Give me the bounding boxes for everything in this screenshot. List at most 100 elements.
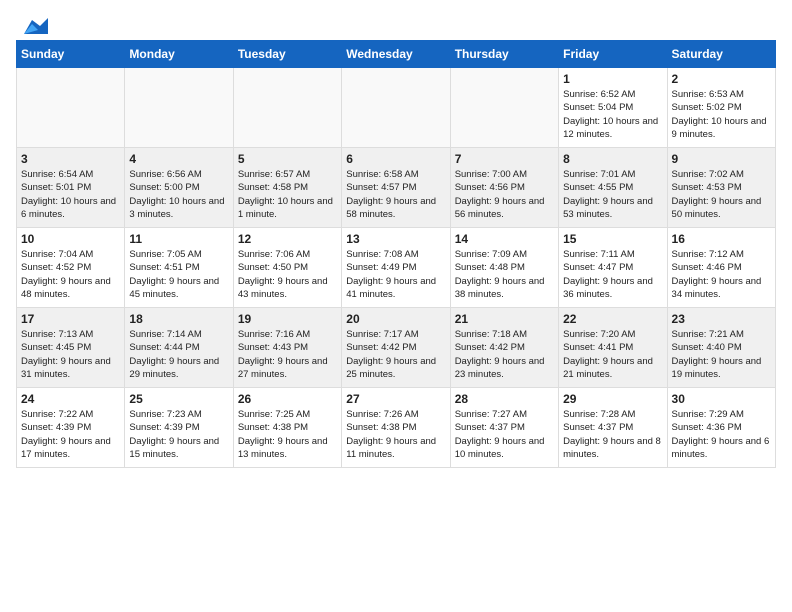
calendar-cell: 11Sunrise: 7:05 AM Sunset: 4:51 PM Dayli…: [125, 228, 233, 308]
calendar-week-4: 24 Sunrise: 7:22 AM Sunset: 4:39 PM Dayli…: [17, 388, 776, 468]
day-number: 19: [238, 312, 337, 326]
day-number: 22: [563, 312, 662, 326]
calendar-cell: 24 Sunrise: 7:22 AM Sunset: 4:39 PM Dayli…: [17, 388, 125, 468]
calendar-cell: 8 Sunrise: 7:01 AM Sunset: 4:55 PM Daylig…: [559, 148, 667, 228]
day-info: Sunrise: 6:52 AM Sunset: 5:04 PM Dayligh…: [563, 88, 662, 141]
day-number: 9: [672, 152, 771, 166]
calendar-cell: 3 Sunrise: 6:54 AM Sunset: 5:01 PM Daylig…: [17, 148, 125, 228]
calendar-cell: 22Sunrise: 7:20 AM Sunset: 4:41 PM Dayli…: [559, 308, 667, 388]
calendar-table: SundayMondayTuesdayWednesdayThursdayFrid…: [16, 40, 776, 468]
col-header-friday: Friday: [559, 41, 667, 68]
day-info: Sunrise: 7:25 AM Sunset: 4:38 PM Dayligh…: [238, 408, 337, 461]
calendar-cell: 25 Sunrise: 7:23 AM Sunset: 4:39 PM Dayli…: [125, 388, 233, 468]
calendar-cell: [342, 68, 450, 148]
day-number: 16: [672, 232, 771, 246]
day-info: Sunrise: 7:11 AM Sunset: 4:47 PM Dayligh…: [563, 248, 662, 301]
day-info: Sunrise: 7:04 AM Sunset: 4:52 PM Dayligh…: [21, 248, 120, 301]
day-info: Sunrise: 7:26 AM Sunset: 4:38 PM Dayligh…: [346, 408, 445, 461]
day-info: Sunrise: 7:17 AM Sunset: 4:42 PM Dayligh…: [346, 328, 445, 381]
day-info: Sunrise: 7:12 AM Sunset: 4:46 PM Dayligh…: [672, 248, 771, 301]
day-number: 1: [563, 72, 662, 86]
logo: [16, 16, 48, 32]
day-number: 24: [21, 392, 120, 406]
day-number: 4: [129, 152, 228, 166]
day-number: 30: [672, 392, 771, 406]
day-info: Sunrise: 6:57 AM Sunset: 4:58 PM Dayligh…: [238, 168, 337, 221]
calendar-cell: 30 Sunrise: 7:29 AM Sunset: 4:36 PM Dayli…: [667, 388, 775, 468]
col-header-sunday: Sunday: [17, 41, 125, 68]
calendar-week-3: 17Sunrise: 7:13 AM Sunset: 4:45 PM Dayli…: [17, 308, 776, 388]
day-info: Sunrise: 7:14 AM Sunset: 4:44 PM Dayligh…: [129, 328, 228, 381]
calendar-cell: 23Sunrise: 7:21 AM Sunset: 4:40 PM Dayli…: [667, 308, 775, 388]
col-header-monday: Monday: [125, 41, 233, 68]
day-info: Sunrise: 6:53 AM Sunset: 5:02 PM Dayligh…: [672, 88, 771, 141]
calendar-cell: 26 Sunrise: 7:25 AM Sunset: 4:38 PM Dayli…: [233, 388, 341, 468]
calendar-cell: 12 Sunrise: 7:06 AM Sunset: 4:50 PM Dayli…: [233, 228, 341, 308]
calendar-cell: 28 Sunrise: 7:27 AM Sunset: 4:37 PM Dayli…: [450, 388, 558, 468]
calendar-cell: 27 Sunrise: 7:26 AM Sunset: 4:38 PM Dayli…: [342, 388, 450, 468]
calendar-cell: 16 Sunrise: 7:12 AM Sunset: 4:46 PM Dayli…: [667, 228, 775, 308]
calendar-cell: 14Sunrise: 7:09 AM Sunset: 4:48 PM Dayli…: [450, 228, 558, 308]
day-number: 18: [129, 312, 228, 326]
calendar-week-1: 3 Sunrise: 6:54 AM Sunset: 5:01 PM Daylig…: [17, 148, 776, 228]
day-number: 26: [238, 392, 337, 406]
day-number: 12: [238, 232, 337, 246]
day-info: Sunrise: 7:01 AM Sunset: 4:55 PM Dayligh…: [563, 168, 662, 221]
calendar-cell: 13 Sunrise: 7:08 AM Sunset: 4:49 PM Dayli…: [342, 228, 450, 308]
calendar-cell: 4Sunrise: 6:56 AM Sunset: 5:00 PM Daylig…: [125, 148, 233, 228]
calendar-cell: 5 Sunrise: 6:57 AM Sunset: 4:58 PM Daylig…: [233, 148, 341, 228]
day-number: 10: [21, 232, 120, 246]
day-number: 7: [455, 152, 554, 166]
day-info: Sunrise: 7:09 AM Sunset: 4:48 PM Dayligh…: [455, 248, 554, 301]
day-number: 5: [238, 152, 337, 166]
day-info: Sunrise: 7:06 AM Sunset: 4:50 PM Dayligh…: [238, 248, 337, 301]
day-info: Sunrise: 7:29 AM Sunset: 4:36 PM Dayligh…: [672, 408, 771, 461]
day-info: Sunrise: 7:23 AM Sunset: 4:39 PM Dayligh…: [129, 408, 228, 461]
day-info: Sunrise: 7:02 AM Sunset: 4:53 PM Dayligh…: [672, 168, 771, 221]
col-header-tuesday: Tuesday: [233, 41, 341, 68]
calendar-cell: 6 Sunrise: 6:58 AM Sunset: 4:57 PM Daylig…: [342, 148, 450, 228]
calendar-cell: 15 Sunrise: 7:11 AM Sunset: 4:47 PM Dayli…: [559, 228, 667, 308]
calendar-week-2: 10 Sunrise: 7:04 AM Sunset: 4:52 PM Dayli…: [17, 228, 776, 308]
day-info: Sunrise: 7:08 AM Sunset: 4:49 PM Dayligh…: [346, 248, 445, 301]
calendar-body: 1 Sunrise: 6:52 AM Sunset: 5:04 PM Daylig…: [17, 68, 776, 468]
day-number: 6: [346, 152, 445, 166]
calendar-cell: 21 Sunrise: 7:18 AM Sunset: 4:42 PM Dayli…: [450, 308, 558, 388]
day-number: 15: [563, 232, 662, 246]
calendar-cell: [450, 68, 558, 148]
day-number: 20: [346, 312, 445, 326]
day-number: 13: [346, 232, 445, 246]
calendar-cell: 10 Sunrise: 7:04 AM Sunset: 4:52 PM Dayli…: [17, 228, 125, 308]
calendar-cell: [125, 68, 233, 148]
calendar-cell: [233, 68, 341, 148]
day-number: 17: [21, 312, 120, 326]
col-header-wednesday: Wednesday: [342, 41, 450, 68]
calendar-cell: 17Sunrise: 7:13 AM Sunset: 4:45 PM Dayli…: [17, 308, 125, 388]
day-info: Sunrise: 7:22 AM Sunset: 4:39 PM Dayligh…: [21, 408, 120, 461]
calendar-header-row: SundayMondayTuesdayWednesdayThursdayFrid…: [17, 41, 776, 68]
day-number: 2: [672, 72, 771, 86]
day-info: Sunrise: 7:28 AM Sunset: 4:37 PM Dayligh…: [563, 408, 662, 461]
calendar-cell: 18 Sunrise: 7:14 AM Sunset: 4:44 PM Dayli…: [125, 308, 233, 388]
day-info: Sunrise: 7:27 AM Sunset: 4:37 PM Dayligh…: [455, 408, 554, 461]
day-number: 3: [21, 152, 120, 166]
day-number: 25: [129, 392, 228, 406]
day-number: 8: [563, 152, 662, 166]
calendar-cell: 7 Sunrise: 7:00 AM Sunset: 4:56 PM Daylig…: [450, 148, 558, 228]
calendar-cell: 19Sunrise: 7:16 AM Sunset: 4:43 PM Dayli…: [233, 308, 341, 388]
calendar-cell: 9 Sunrise: 7:02 AM Sunset: 4:53 PM Daylig…: [667, 148, 775, 228]
day-number: 28: [455, 392, 554, 406]
day-info: Sunrise: 7:00 AM Sunset: 4:56 PM Dayligh…: [455, 168, 554, 221]
col-header-thursday: Thursday: [450, 41, 558, 68]
calendar-cell: 29Sunrise: 7:28 AM Sunset: 4:37 PM Dayli…: [559, 388, 667, 468]
calendar-cell: 20 Sunrise: 7:17 AM Sunset: 4:42 PM Dayli…: [342, 308, 450, 388]
day-number: 21: [455, 312, 554, 326]
logo-bird-icon: [18, 16, 48, 38]
calendar-cell: 1 Sunrise: 6:52 AM Sunset: 5:04 PM Daylig…: [559, 68, 667, 148]
calendar-week-0: 1 Sunrise: 6:52 AM Sunset: 5:04 PM Daylig…: [17, 68, 776, 148]
day-number: 27: [346, 392, 445, 406]
day-info: Sunrise: 7:18 AM Sunset: 4:42 PM Dayligh…: [455, 328, 554, 381]
day-info: Sunrise: 6:58 AM Sunset: 4:57 PM Dayligh…: [346, 168, 445, 221]
col-header-saturday: Saturday: [667, 41, 775, 68]
day-info: Sunrise: 6:54 AM Sunset: 5:01 PM Dayligh…: [21, 168, 120, 221]
